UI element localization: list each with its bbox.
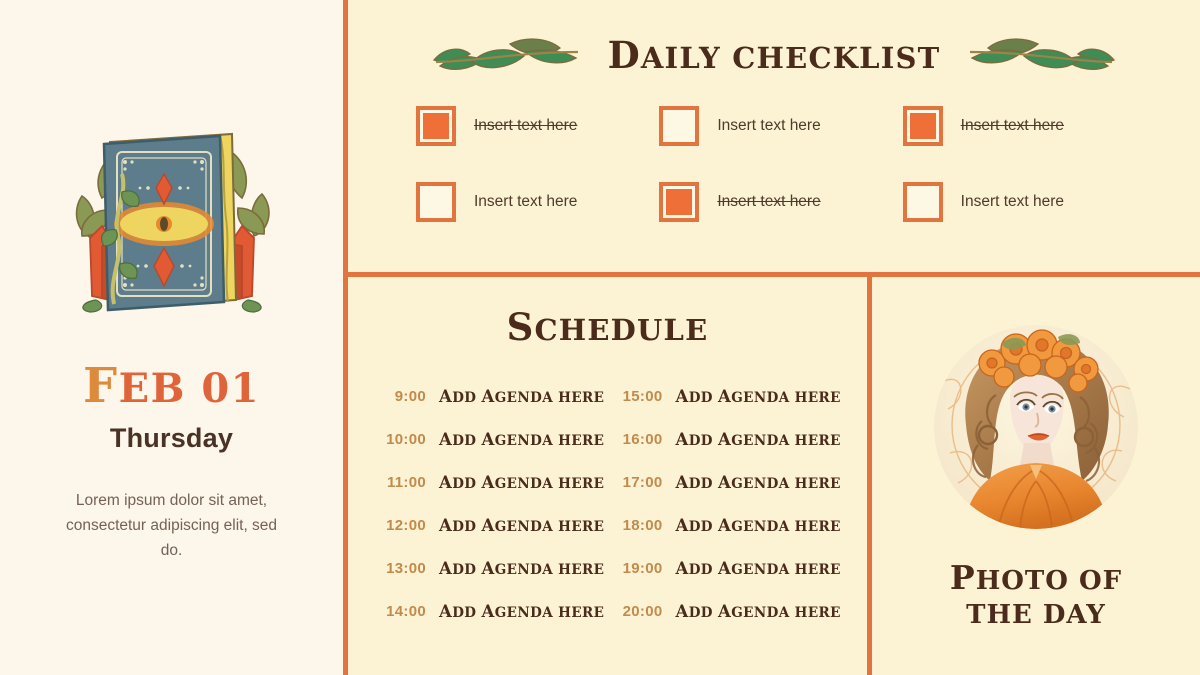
planner-page: Feb 01 Thursday Lorem ipsum dolor sit am…: [0, 0, 1200, 675]
checklist-label-3: Insert text here: [960, 117, 1065, 134]
schedule-title: Schedule: [348, 305, 867, 349]
schedule-time: 14:00: [386, 603, 426, 620]
schedule-row[interactable]: 17:00 Add Agenda here: [611, 461, 846, 504]
schedule-time: 9:00: [394, 388, 426, 405]
checklist-item-5[interactable]: Insert text here: [659, 182, 898, 222]
schedule-row[interactable]: 20:00 Add Agenda here: [611, 590, 846, 633]
schedule-agenda[interactable]: Add Agenda here: [439, 473, 604, 492]
checkbox-6[interactable]: [902, 182, 943, 222]
checklist-item-1[interactable]: Insert text here: [416, 106, 655, 146]
schedule-row[interactable]: 12:00 Add Agenda here: [374, 504, 609, 547]
schedule-row[interactable]: 18:00 Add Agenda here: [611, 504, 846, 547]
checklist-label-5: Insert text here: [717, 193, 821, 210]
schedule-rows: 9:00 Add Agenda here 15:00 Add Agenda he…: [348, 375, 867, 633]
photo-of-the-day-caption: Photo of the Day: [950, 557, 1122, 633]
checkbox-1[interactable]: [416, 106, 456, 146]
lower-row: Schedule 9:00 Add Agenda here 15:00 Add …: [348, 277, 1200, 675]
schedule-time: 19:00: [622, 560, 663, 577]
schedule-time: 11:00: [386, 474, 426, 491]
schedule-agenda[interactable]: Add Agenda here: [439, 559, 604, 578]
mystical-book-illustration: [52, 118, 292, 318]
schedule-time: 17:00: [622, 474, 663, 491]
schedule-row[interactable]: 19:00 Add Agenda here: [611, 547, 846, 590]
date-rest: eb 01: [118, 365, 260, 412]
checklist-item-3[interactable]: Insert text here: [902, 106, 1142, 146]
checklist-item-2[interactable]: Insert text here: [659, 106, 898, 146]
checkbox-4[interactable]: [416, 182, 456, 222]
schedule-agenda[interactable]: Add Agenda here: [676, 430, 841, 449]
checklist-header: Daily Checklist: [348, 32, 1200, 78]
checklist-label-4: Insert text here: [474, 193, 578, 210]
checklist-label-2: Insert text here: [717, 117, 821, 134]
checklist-item-6[interactable]: Insert text here: [902, 182, 1142, 222]
checklist-label-6: Insert text here: [960, 193, 1065, 210]
schedule-agenda[interactable]: Add Agenda here: [676, 602, 841, 621]
schedule-agenda[interactable]: Add Agenda here: [676, 516, 841, 535]
checklist-label-1: Insert text here: [474, 117, 578, 134]
schedule-row[interactable]: 16:00 Add Agenda here: [611, 418, 846, 461]
date-heading: Feb 01: [83, 362, 260, 410]
schedule-row[interactable]: 13:00 Add Agenda here: [374, 547, 609, 590]
checklist-title-rest: aily Checklist: [640, 41, 941, 75]
schedule-agenda[interactable]: Add Agenda here: [439, 602, 604, 621]
checklist-item-4[interactable]: Insert text here: [416, 182, 655, 222]
main-content: Daily Checklist Insert text: [343, 0, 1200, 675]
schedule-row[interactable]: 9:00 Add Agenda here: [374, 375, 609, 418]
schedule-time: 13:00: [386, 560, 426, 577]
checklist-title-initial: D: [607, 33, 641, 77]
schedule-agenda[interactable]: Add Agenda here: [676, 387, 841, 406]
schedule-row[interactable]: 10:00 Add Agenda here: [374, 418, 609, 461]
checkbox-5[interactable]: [659, 182, 700, 222]
sidebar-description: Lorem ipsum dolor sit amet, consectetur …: [65, 492, 278, 560]
weekday-label: Thursday: [109, 423, 234, 453]
schedule-time: 12:00: [386, 517, 426, 534]
schedule-agenda[interactable]: Add Agenda here: [676, 473, 841, 492]
schedule-panel: Schedule 9:00 Add Agenda here 15:00 Add …: [348, 277, 872, 675]
date-initial: F: [83, 358, 119, 414]
schedule-row[interactable]: 14:00 Add Agenda here: [374, 590, 609, 633]
schedule-time: 15:00: [622, 388, 663, 405]
schedule-time: 20:00: [622, 603, 663, 620]
art-nouveau-woman-portrait[interactable]: [934, 325, 1138, 529]
schedule-agenda[interactable]: Add Agenda here: [439, 387, 604, 406]
photo-caption-line-2: the Day: [966, 600, 1106, 631]
schedule-agenda[interactable]: Add Agenda here: [439, 430, 604, 449]
schedule-title-initial: S: [506, 305, 535, 349]
schedule-title-rest: chedule: [534, 313, 709, 347]
photo-caption-line-1: Photo of: [949, 558, 1123, 597]
schedule-agenda[interactable]: Add Agenda here: [676, 559, 841, 578]
daily-checklist-panel: Daily Checklist Insert text: [348, 0, 1200, 277]
schedule-agenda[interactable]: Add Agenda here: [439, 516, 604, 535]
schedule-row[interactable]: 15:00 Add Agenda here: [611, 375, 846, 418]
schedule-time: 16:00: [622, 431, 663, 448]
leaf-flourish-left-icon: [426, 32, 586, 78]
checkbox-3[interactable]: [902, 106, 943, 146]
leaf-flourish-right-icon: [962, 32, 1122, 78]
checklist-title: Daily Checklist: [608, 33, 941, 77]
sidebar: Feb 01 Thursday Lorem ipsum dolor sit am…: [0, 0, 343, 675]
schedule-row[interactable]: 11:00 Add Agenda here: [374, 461, 609, 504]
schedule-time: 10:00: [386, 431, 426, 448]
checklist-items: Insert text here Insert text here Insert…: [348, 106, 1200, 222]
schedule-time: 18:00: [622, 517, 663, 534]
checkbox-2[interactable]: [659, 106, 700, 146]
photo-of-the-day-panel: Photo of the Day: [872, 277, 1200, 675]
